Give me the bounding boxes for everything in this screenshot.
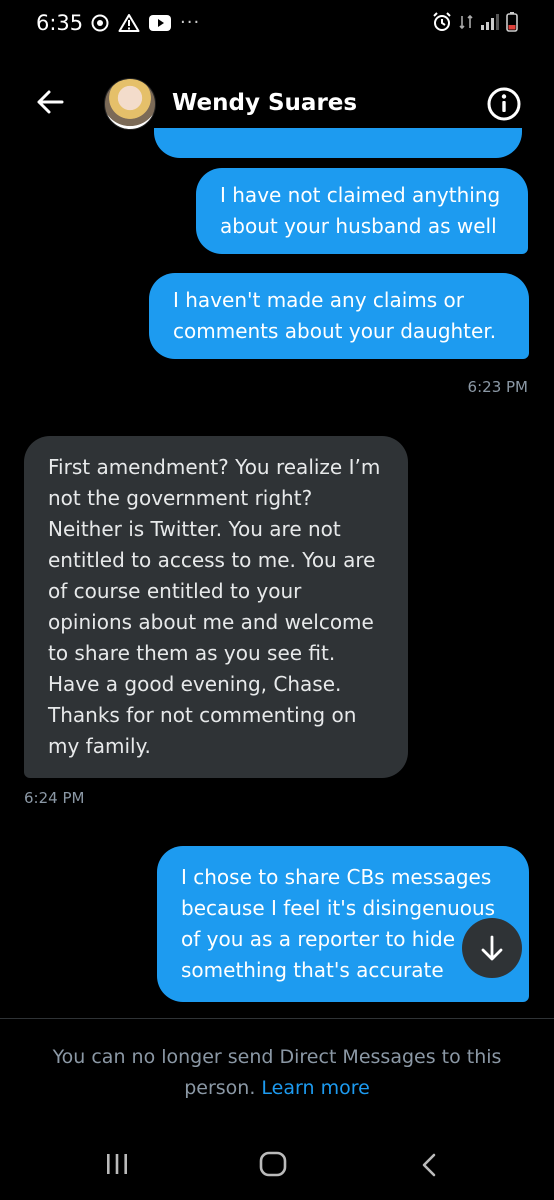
home-icon[interactable] bbox=[258, 1150, 288, 1178]
signal-icon bbox=[481, 14, 499, 30]
recent-apps-icon[interactable] bbox=[104, 1152, 130, 1176]
battery-icon bbox=[506, 12, 518, 32]
message-bubble-partial bbox=[154, 128, 522, 158]
avatar[interactable] bbox=[104, 78, 156, 130]
warning-icon bbox=[118, 13, 140, 32]
message-text: First amendment? You realize I’m not the… bbox=[48, 455, 381, 758]
message-bubble-sent[interactable]: I haven't made any claims or comments ab… bbox=[149, 273, 529, 359]
back-nav-icon[interactable] bbox=[418, 1152, 442, 1178]
youtube-icon bbox=[149, 14, 171, 31]
system-nav-bar bbox=[0, 1130, 554, 1200]
contact-name[interactable]: Wendy Suares bbox=[172, 90, 357, 116]
data-4g-icon bbox=[459, 14, 473, 30]
alarm-icon bbox=[433, 12, 451, 31]
message-text: I chose to share CBs messages because I … bbox=[181, 865, 496, 982]
arrow-down-icon bbox=[481, 935, 503, 961]
sync-icon bbox=[91, 14, 109, 31]
message-text: I haven't made any claims or comments ab… bbox=[173, 288, 497, 343]
message-timestamp: 6:24 PM bbox=[24, 789, 85, 807]
divider bbox=[0, 1018, 554, 1019]
info-icon[interactable] bbox=[486, 86, 522, 122]
more-notifications-icon: ··· bbox=[180, 12, 201, 33]
status-time: 6:35 bbox=[36, 11, 84, 35]
message-text: I have not claimed anything about your h… bbox=[220, 183, 501, 238]
status-bar: 6:35 ··· bbox=[0, 0, 554, 48]
message-bubble-sent[interactable]: I have not claimed anything about your h… bbox=[196, 168, 528, 254]
scroll-to-bottom-button[interactable] bbox=[462, 918, 522, 978]
dm-disabled-notice: You can no longer send Direct Messages t… bbox=[40, 1042, 514, 1104]
message-bubble-received[interactable]: First amendment? You realize I’m not the… bbox=[24, 436, 408, 778]
learn-more-link[interactable]: Learn more bbox=[261, 1077, 369, 1099]
message-timestamp: 6:23 PM bbox=[467, 378, 528, 396]
back-arrow-icon[interactable] bbox=[34, 86, 66, 118]
